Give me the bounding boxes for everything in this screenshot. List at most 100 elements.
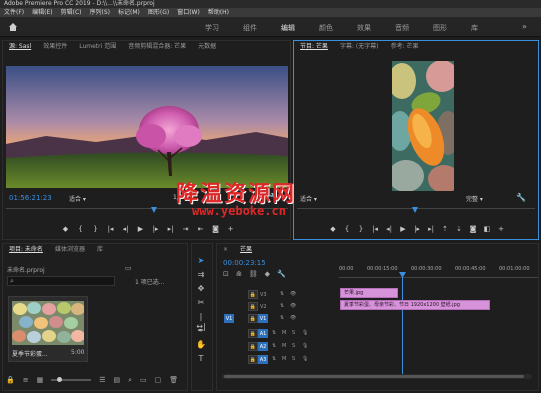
workspace-assembly[interactable]: 组件 xyxy=(243,23,257,33)
tab-metadata[interactable]: 元数据 xyxy=(192,41,222,53)
workspace-graphics[interactable]: 图形 xyxy=(433,23,447,33)
menu-marker[interactable]: 标记(M) xyxy=(114,8,144,17)
mute-button[interactable]: M xyxy=(282,330,286,336)
go-to-in-icon[interactable]: |◂ xyxy=(371,225,379,233)
sync-lock-icon[interactable]: ⇅ xyxy=(280,291,284,297)
new-item-icon[interactable]: ▢ xyxy=(155,376,162,384)
microphone-icon[interactable]: 🎙 xyxy=(302,343,308,349)
mute-button[interactable]: M xyxy=(282,343,286,349)
source-fit-dropdown[interactable]: 适合 ▾ xyxy=(69,194,86,203)
track-select-tool-icon[interactable]: ⇉ xyxy=(196,270,206,280)
tab-libraries[interactable]: 库 xyxy=(91,244,109,256)
mark-out-icon[interactable]: } xyxy=(92,225,100,233)
mute-button[interactable]: M xyxy=(282,356,286,362)
tab-captions[interactable]: 字幕: (无字幕) xyxy=(334,41,385,53)
tab-lumetri-scopes[interactable]: Lumetri 范围 xyxy=(73,41,122,53)
tab-project[interactable]: 项目: 未命名 xyxy=(3,244,49,256)
eye-icon[interactable]: 👁 xyxy=(290,291,296,297)
camera-icon[interactable]: ◙ xyxy=(469,225,477,233)
project-search-input[interactable]: ⌕ xyxy=(7,276,115,286)
source-playhead-marker[interactable] xyxy=(151,207,157,213)
close-icon[interactable]: × xyxy=(217,244,234,256)
source-video-frame[interactable] xyxy=(6,66,288,188)
sync-lock-icon[interactable]: ⇅ xyxy=(280,303,284,309)
track-a1-label[interactable]: A1 xyxy=(258,329,268,338)
source-patch-v1[interactable]: V1 xyxy=(224,314,234,323)
razor-tool-icon[interactable]: ✂ xyxy=(196,298,206,308)
menu-graphics[interactable]: 图形(G) xyxy=(144,8,173,17)
menu-window[interactable]: 窗口(W) xyxy=(173,8,204,17)
overwrite-icon[interactable]: ⇤ xyxy=(197,225,205,233)
tab-source[interactable]: 源: Sasl xyxy=(3,41,37,53)
new-bin-icon[interactable]: ▭ xyxy=(125,264,132,272)
program-playhead-marker[interactable] xyxy=(412,207,418,213)
list-view-icon[interactable]: ≡ xyxy=(23,376,29,384)
home-icon[interactable] xyxy=(8,22,18,32)
solo-button[interactable]: S xyxy=(292,343,295,349)
go-to-in-icon[interactable]: |◂ xyxy=(107,225,115,233)
workspace-effects[interactable]: 效果 xyxy=(357,23,371,33)
sync-lock-icon[interactable]: ⇅ xyxy=(280,315,284,321)
mark-in-icon[interactable]: { xyxy=(343,225,351,233)
tab-program[interactable]: 节目: 芒果 xyxy=(294,41,334,53)
tab-reference[interactable]: 参考: 芒果 xyxy=(385,41,425,53)
solo-button[interactable]: S xyxy=(292,330,295,336)
automate-icon[interactable]: ▤ xyxy=(114,376,121,384)
step-forward-icon[interactable]: |▸ xyxy=(413,225,421,233)
timeline-timecode[interactable]: 00:00:23:15 xyxy=(223,259,266,267)
track-a2-label[interactable]: A2 xyxy=(258,342,268,351)
zoom-slider[interactable] xyxy=(51,377,92,382)
more-icon[interactable]: » xyxy=(522,22,527,31)
workspace-learning[interactable]: 学习 xyxy=(205,23,219,33)
lock-icon[interactable]: 🔒 xyxy=(248,342,258,351)
lock-icon[interactable]: 🔒 xyxy=(248,314,258,323)
menu-edit[interactable]: 编辑(E) xyxy=(28,8,56,17)
type-tool-icon[interactable]: T xyxy=(196,354,206,364)
mark-out-icon[interactable]: } xyxy=(357,225,365,233)
eye-icon[interactable]: 👁 xyxy=(290,303,296,309)
timeline-scrollbar[interactable] xyxy=(222,374,532,379)
timeline-clip[interactable]: 夏季节彩蛋、母亲节彩、节日 1920x1200 壁纸.jpg xyxy=(340,300,490,310)
ripple-edit-tool-icon[interactable]: ✥ xyxy=(196,284,206,294)
tab-effect-controls[interactable]: 效果控件 xyxy=(37,41,73,53)
insert-icon[interactable]: ⇥ xyxy=(182,225,190,233)
step-back-icon[interactable]: ◂| xyxy=(122,225,130,233)
menu-file[interactable]: 文件(F) xyxy=(0,8,28,17)
tab-audio-clip-mixer[interactable]: 音频剪辑混合器: 芒果 xyxy=(122,41,192,53)
add-button-icon[interactable]: + xyxy=(227,225,235,233)
workspace-audio[interactable]: 音频 xyxy=(395,23,409,33)
timeline-playhead[interactable] xyxy=(402,272,403,378)
program-fit-dropdown[interactable]: 适合 ▾ xyxy=(300,194,317,203)
marker-icon[interactable]: ◆ xyxy=(329,225,337,233)
comparison-view-icon[interactable]: ◧ xyxy=(483,225,491,233)
lock-icon[interactable]: 🔒 xyxy=(248,302,258,311)
snap-icon[interactable]: ⋒ xyxy=(236,270,242,278)
sync-lock-icon[interactable]: ⇅ xyxy=(272,343,276,349)
go-to-out-icon[interactable]: ▸| xyxy=(427,225,435,233)
source-timecode[interactable]: 01:56:21:23 xyxy=(9,194,52,202)
sync-lock-icon[interactable]: ⇅ xyxy=(272,356,276,362)
new-bin-footer-icon[interactable]: ▭ xyxy=(140,376,147,384)
trash-icon[interactable]: 🗑 xyxy=(169,376,178,384)
hand-tool-icon[interactable]: ✋ xyxy=(196,340,206,350)
project-clip-item[interactable]: 夏季节彩蛋... 5:00 xyxy=(8,296,88,362)
step-forward-icon[interactable]: |▸ xyxy=(152,225,160,233)
mark-in-icon[interactable]: { xyxy=(77,225,85,233)
timeline-scroll-thumb[interactable] xyxy=(224,375,524,378)
play-icon[interactable]: ▶ xyxy=(137,225,145,233)
menu-sequence[interactable]: 序列(S) xyxy=(86,8,115,17)
menu-help[interactable]: 帮助(H) xyxy=(204,8,233,17)
add-marker-icon[interactable]: ◆ xyxy=(265,270,270,278)
track-a3-label[interactable]: A3 xyxy=(258,355,268,364)
lock-icon[interactable]: 🔒 xyxy=(248,329,258,338)
tab-media-browser[interactable]: 媒体浏览器 xyxy=(49,244,91,256)
solo-button[interactable]: S xyxy=(292,356,295,362)
workspace-editing[interactable]: 编辑 xyxy=(281,23,295,33)
workspace-color[interactable]: 颜色 xyxy=(319,23,333,33)
lock-icon[interactable]: 🔒 xyxy=(248,290,258,299)
program-time-ruler[interactable] xyxy=(297,207,535,214)
pen-tool-icon[interactable]: ✒ xyxy=(196,326,206,336)
sort-icon[interactable]: ☰ xyxy=(99,376,105,384)
play-icon[interactable]: ▶ xyxy=(399,225,407,233)
program-video-frame[interactable] xyxy=(392,61,454,191)
